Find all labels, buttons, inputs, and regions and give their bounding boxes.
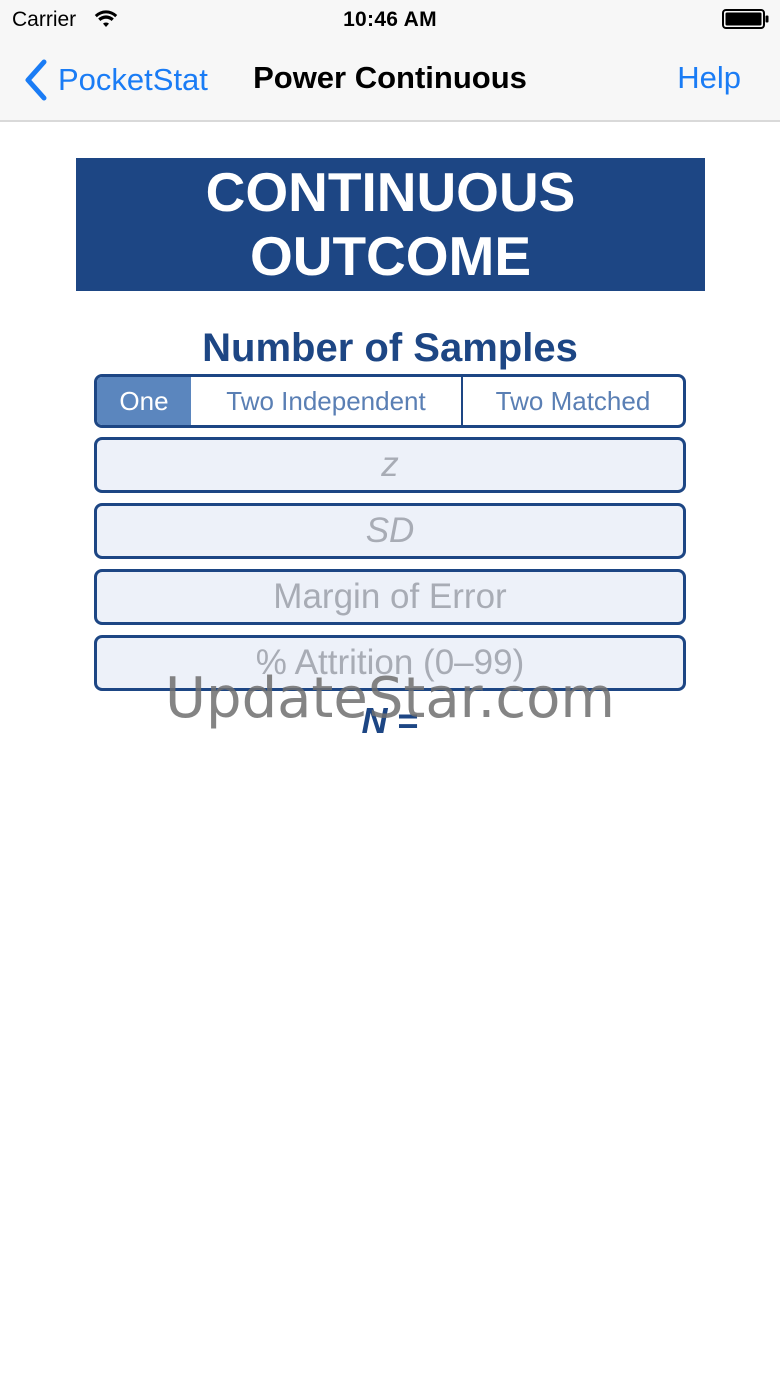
outcome-banner: CONTINUOUS OUTCOME — [76, 158, 705, 291]
banner-line-1: CONTINUOUS — [205, 161, 576, 223]
result-equals: = — [387, 700, 419, 741]
samples-segmented-control: One Two Independent Two Matched — [94, 374, 686, 428]
banner-line-2: OUTCOME — [249, 225, 532, 287]
result-symbol: N — [361, 700, 388, 741]
segment-two-independent[interactable]: Two Independent — [191, 377, 463, 425]
margin-of-error-input[interactable] — [97, 572, 683, 622]
help-button[interactable]: Help — [677, 60, 741, 96]
status-bar: Carrier 10:46 AM — [0, 0, 780, 40]
sd-input[interactable] — [97, 506, 683, 556]
app-screen: Carrier 10:46 AM PocketStat Power Contin… — [0, 0, 780, 1387]
z-input[interactable] — [97, 440, 683, 490]
navigation-bar: PocketStat Power Continuous Help — [0, 40, 780, 122]
attrition-input[interactable] — [97, 638, 683, 688]
margin-of-error-field-container — [94, 569, 686, 625]
attrition-field-container — [94, 635, 686, 691]
page-title: Power Continuous — [253, 60, 527, 95]
battery-icon — [722, 9, 770, 34]
segment-one[interactable]: One — [97, 377, 191, 425]
segment-two-matched[interactable]: Two Matched — [463, 377, 683, 425]
sd-field-container — [94, 503, 686, 559]
clock-time: 10:46 AM — [343, 8, 437, 31]
number-of-samples-title: Number of Samples — [202, 326, 578, 370]
z-field-container — [94, 437, 686, 493]
sample-size-result: N = — [0, 700, 780, 742]
